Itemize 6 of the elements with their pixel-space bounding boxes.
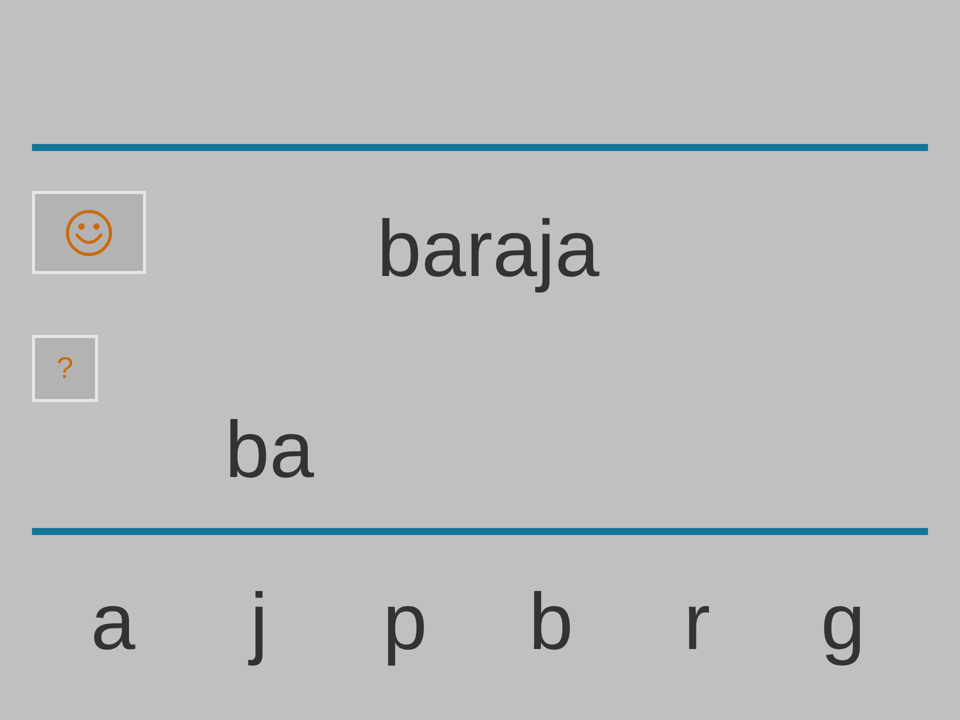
- answer-text: ba: [225, 410, 314, 490]
- letter-choice[interactable]: a: [90, 582, 136, 662]
- letter-choice[interactable]: b: [528, 582, 574, 662]
- smiley-button[interactable]: [32, 191, 146, 274]
- letter-choice[interactable]: r: [684, 582, 710, 662]
- smiley-face-icon: [66, 210, 112, 256]
